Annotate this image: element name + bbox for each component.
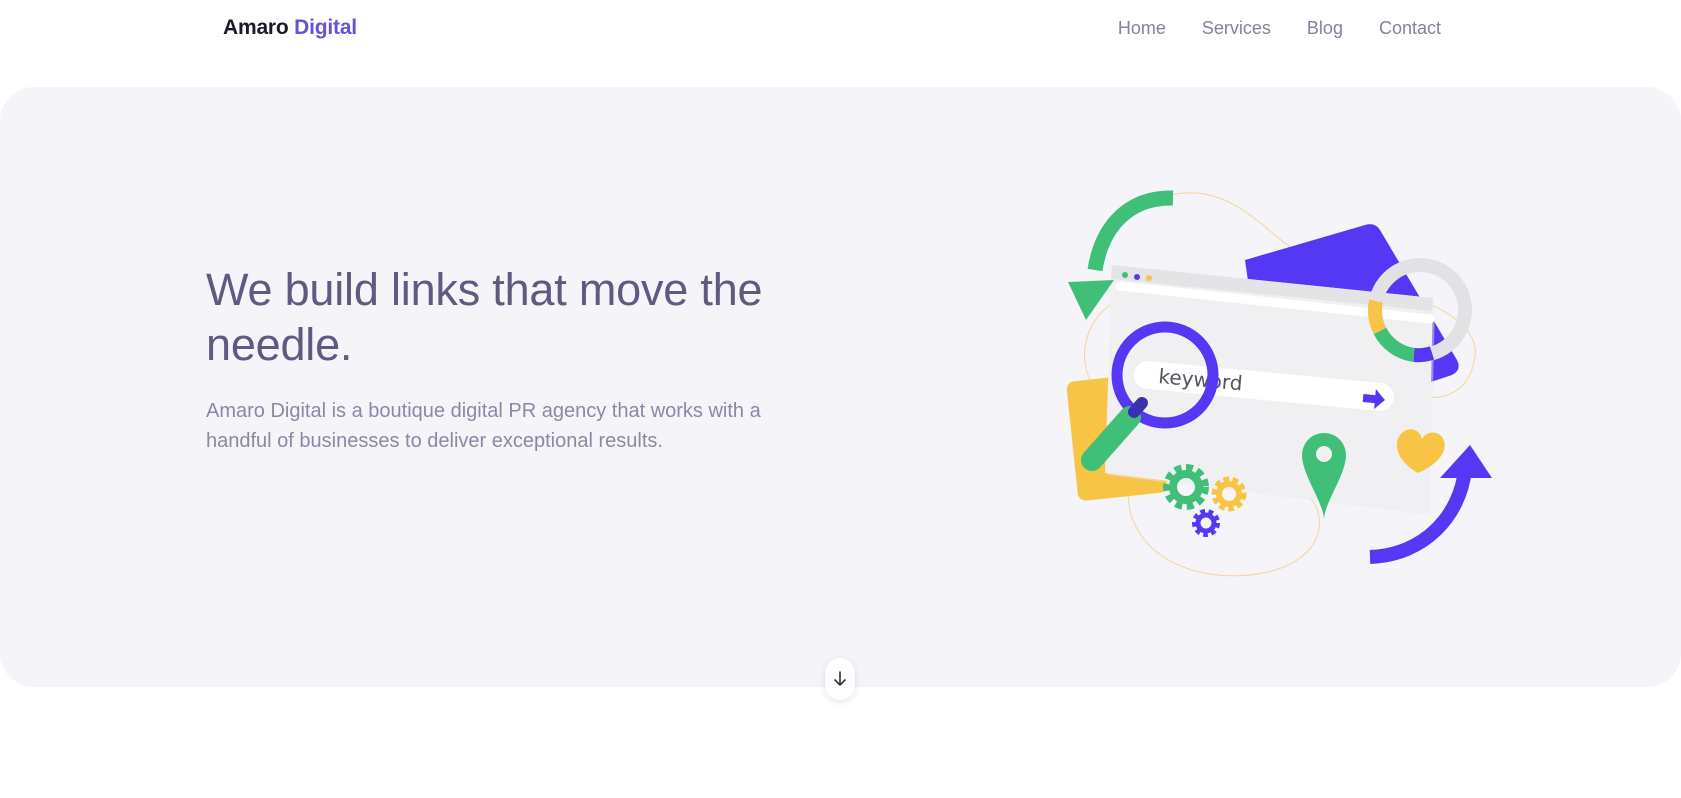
nav-item-home[interactable]: Home	[1118, 18, 1166, 39]
nav-item-contact[interactable]: Contact	[1379, 18, 1441, 39]
hero-title: We build links that move the needle.	[206, 264, 763, 370]
hero-description: Amaro Digital is a boutique digital PR a…	[206, 400, 761, 452]
page: Amaro Digital Home Services Blog Contact…	[0, 0, 1681, 798]
nav-item-blog[interactable]: Blog	[1307, 18, 1343, 39]
browser-window-icon: keyword	[1105, 265, 1435, 515]
hero-illustration: keyword	[1066, 190, 1492, 577]
brand-logo[interactable]: Amaro Digital	[223, 16, 357, 40]
brand-name-accent: Digital	[294, 16, 357, 39]
main-nav: Home Services Blog Contact	[1118, 18, 1441, 39]
location-pin-icon	[1302, 433, 1346, 520]
scroll-down-button[interactable]	[825, 658, 855, 700]
brand-name-primary: Amaro	[223, 16, 289, 39]
nav-item-services[interactable]: Services	[1202, 18, 1271, 39]
arrow-down-icon	[834, 671, 846, 686]
site-header: Amaro Digital Home Services Blog Contact	[0, 0, 1681, 60]
